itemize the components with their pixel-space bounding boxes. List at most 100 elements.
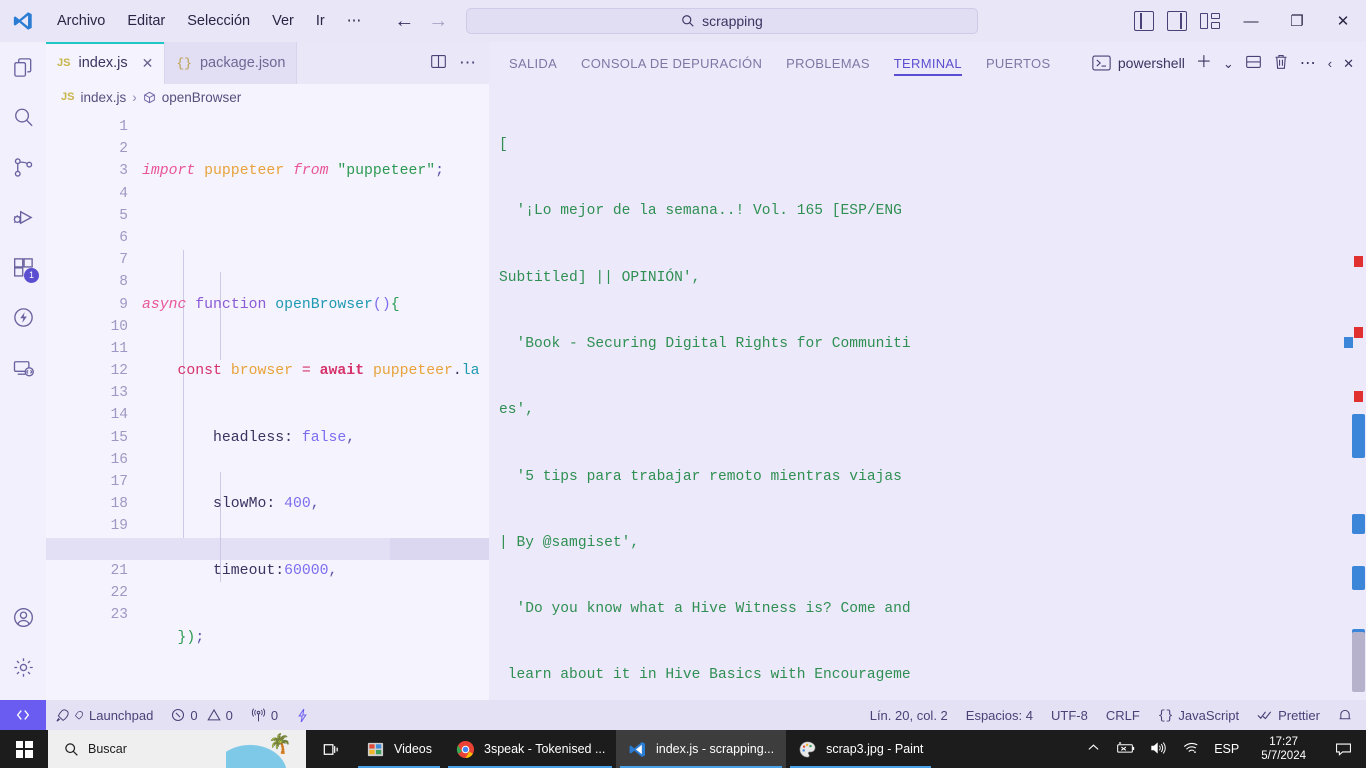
status-notifications[interactable]	[1329, 700, 1366, 730]
taskbar-item-paint[interactable]: scrap3.jpg - Paint	[786, 730, 935, 768]
scroll-marker	[1352, 566, 1365, 590]
thunder-icon	[13, 307, 33, 327]
more-actions-icon[interactable]: ⋯	[1300, 55, 1317, 71]
menu-more[interactable]: ⋯	[336, 9, 373, 33]
status-cursor-position[interactable]: Lín. 20, col. 2	[861, 700, 957, 730]
more-actions-icon[interactable]: ⋯	[459, 54, 477, 71]
line-number: 14	[110, 407, 128, 424]
folder-videos-icon	[366, 740, 385, 759]
terminal-shell-tab[interactable]: powershell	[1092, 55, 1185, 71]
chevron-up-icon[interactable]	[1087, 741, 1100, 757]
scrollbar-thumb[interactable]	[1352, 632, 1365, 692]
status-bar-right: Lín. 20, col. 2 Espacios: 4 UTF-8 CRLF {…	[861, 700, 1366, 730]
scroll-marker	[1352, 514, 1365, 534]
line-number: 22	[110, 584, 128, 601]
task-view-icon	[323, 743, 338, 755]
status-ports[interactable]: 0	[242, 700, 287, 730]
status-launchpad[interactable]: Launchpad	[46, 700, 162, 730]
sidebar-item-thunder-client[interactable]	[0, 292, 46, 342]
status-eol[interactable]: CRLF	[1097, 700, 1149, 730]
taskbar-item-chrome[interactable]: 3speak - Tokenised ...	[444, 730, 616, 768]
code-content[interactable]: import puppeteer from "puppeteer"; async…	[142, 110, 489, 700]
notification-center-button[interactable]	[1328, 742, 1358, 757]
sidebar-item-run-and-debug[interactable]	[0, 192, 46, 242]
chevron-left-icon[interactable]: ‹	[1328, 57, 1332, 70]
sidebar-item-extensions[interactable]: 1	[0, 242, 46, 292]
vscode-window: Archivo Editar Selección Ver Ir ⋯ ← → sc…	[0, 0, 1366, 768]
code-editor[interactable]: 1 2 3 4 5 6 7 8 9 10 11 12 13 14 15 16 1…	[46, 110, 489, 700]
new-terminal-icon[interactable]: ＋	[1196, 55, 1212, 71]
speaker-icon[interactable]	[1150, 741, 1168, 758]
taskbar-clock[interactable]: 17:27 5/7/2024	[1253, 735, 1314, 763]
battery-icon[interactable]	[1114, 741, 1136, 758]
language-indicator[interactable]: ESP	[1214, 742, 1239, 756]
minimize-button[interactable]: —	[1228, 0, 1274, 42]
tab-terminal[interactable]: TERMINAL	[882, 42, 974, 84]
forward-icon[interactable]: →	[428, 11, 448, 31]
line-number-gutter: 1 2 3 4 5 6 7 8 9 10 11 12 13 14 15 16 1…	[46, 110, 142, 700]
tab-problemas[interactable]: PROBLEMAS	[774, 42, 882, 84]
tab-consola-depuracion[interactable]: CONSOLA DE DEPURACIÓN	[569, 42, 774, 84]
status-errors-count: 0	[190, 707, 198, 723]
js-file-icon: JS	[61, 91, 75, 103]
tab-package-json[interactable]: {} package.json	[165, 42, 298, 84]
taskbar-item-label: 3speak - Tokenised ...	[484, 742, 606, 756]
quick-search-input[interactable]: scrapping	[466, 8, 978, 34]
start-button[interactable]	[0, 730, 48, 768]
split-editor-icon[interactable]	[430, 53, 447, 73]
chevron-down-icon[interactable]: ⌄	[1223, 57, 1234, 70]
panel: SALIDA CONSOLA DE DEPURACIÓN PROBLEMAS T…	[489, 42, 1366, 700]
status-prettier[interactable]: Prettier	[1248, 700, 1329, 730]
title-bar: Archivo Editar Selección Ver Ir ⋯ ← → sc…	[0, 0, 1366, 42]
tab-index-js[interactable]: JS index.js ✕	[46, 42, 166, 84]
symbol-method-icon	[143, 90, 156, 105]
split-terminal-icon[interactable]	[1245, 53, 1262, 73]
breadcrumb-separator: ›	[132, 89, 137, 105]
wifi-icon[interactable]	[1182, 741, 1200, 758]
menu-archivo[interactable]: Archivo	[46, 9, 116, 33]
menu-editar[interactable]: Editar	[116, 9, 176, 33]
status-language-mode[interactable]: {} JavaScript	[1149, 700, 1248, 730]
tab-salida[interactable]: SALIDA	[497, 42, 569, 84]
terminal-output[interactable]: [ '¡Lo mejor de la semana..! Vol. 165 [E…	[489, 84, 1366, 700]
close-icon[interactable]: ✕	[142, 55, 154, 72]
breadcrumb-file[interactable]: index.js	[80, 90, 126, 105]
status-problems[interactable]: 0 0	[162, 700, 241, 730]
sidebar-item-settings[interactable]	[0, 642, 46, 692]
kill-terminal-icon[interactable]	[1273, 53, 1289, 73]
sidebar-item-search[interactable]	[0, 92, 46, 142]
back-icon[interactable]: ←	[394, 11, 414, 31]
toggle-secondary-sidebar-icon[interactable]	[1167, 11, 1187, 31]
toggle-primary-sidebar-icon[interactable]	[1134, 11, 1154, 31]
taskbar-item-vscode[interactable]: index.js - scrapping...	[616, 730, 787, 768]
gear-icon	[13, 657, 33, 677]
maximize-restore-button[interactable]: ❐	[1274, 0, 1320, 42]
taskbar-item-videos[interactable]: Videos	[354, 730, 444, 768]
windows-start-icon	[15, 740, 33, 758]
line-number: 9	[119, 296, 128, 313]
status-indentation[interactable]: Espacios: 4	[957, 700, 1042, 730]
remote-window-icon[interactable]	[0, 700, 46, 730]
close-button[interactable]: ✕	[1320, 0, 1366, 42]
sidebar-item-accounts[interactable]	[0, 592, 46, 642]
scroll-marker	[1354, 391, 1363, 402]
sidebar-item-explorer[interactable]	[0, 42, 46, 92]
tab-puertos[interactable]: PUERTOS	[974, 42, 1062, 84]
sidebar-item-source-control[interactable]	[0, 142, 46, 192]
menu-ver[interactable]: Ver	[261, 9, 305, 33]
radio-tower-icon	[251, 707, 265, 721]
status-thunder[interactable]	[287, 700, 318, 730]
breadcrumb-symbol[interactable]: openBrowser	[162, 90, 242, 105]
status-encoding[interactable]: UTF-8	[1042, 700, 1097, 730]
menu-seleccion[interactable]: Selección	[176, 9, 261, 33]
terminal-scrollbar[interactable]	[1344, 84, 1366, 700]
search-highlight-image	[226, 730, 306, 768]
close-panel-icon[interactable]: ✕	[1343, 57, 1354, 70]
task-view-button[interactable]	[306, 730, 354, 768]
menu-ir[interactable]: Ir	[305, 9, 336, 33]
taskbar-search[interactable]: Buscar 🌴	[48, 730, 306, 768]
customize-layout-icon[interactable]	[1200, 11, 1220, 31]
sidebar-item-remote-explorer[interactable]	[0, 342, 46, 392]
